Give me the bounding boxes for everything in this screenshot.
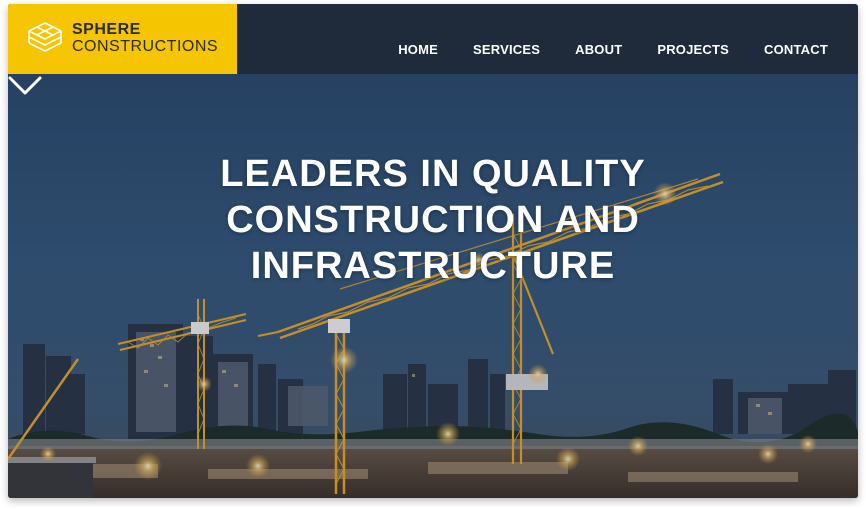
brand-subtitle: CONSTRUCTIONS	[72, 38, 219, 55]
logo[interactable]: SPHERE CONSTRUCTIONS	[8, 4, 237, 74]
hero-headline: LEADERS IN QUALITY CONSTRUCTION AND INFR…	[8, 151, 858, 289]
logo-text: SPHERE CONSTRUCTIONS	[72, 21, 218, 55]
nav-contact[interactable]: CONTACT	[764, 42, 828, 57]
hero-headline-line: INFRASTRUCTURE	[250, 245, 616, 288]
website-frame: SPHERE CONSTRUCTIONS HOME SERVICES ABOUT…	[8, 4, 858, 498]
hero-headline-line: CONSTRUCTION AND	[226, 199, 640, 242]
nav-about[interactable]: ABOUT	[575, 42, 622, 57]
nav-projects[interactable]: PROJECTS	[657, 42, 729, 57]
site-header: SPHERE CONSTRUCTIONS HOME SERVICES ABOUT…	[8, 4, 858, 74]
hero-headline-line: LEADERS IN QUALITY	[220, 153, 646, 196]
chevron-down-icon[interactable]	[8, 74, 42, 98]
stacked-diamond-icon	[28, 22, 62, 52]
main-nav: HOME SERVICES ABOUT PROJECTS CONTACT	[398, 42, 828, 57]
brand-name: SPHERE	[72, 21, 141, 38]
nav-home[interactable]: HOME	[398, 42, 438, 57]
hero-section: LEADERS IN QUALITY CONSTRUCTION AND INFR…	[8, 74, 858, 498]
nav-services[interactable]: SERVICES	[473, 42, 540, 57]
